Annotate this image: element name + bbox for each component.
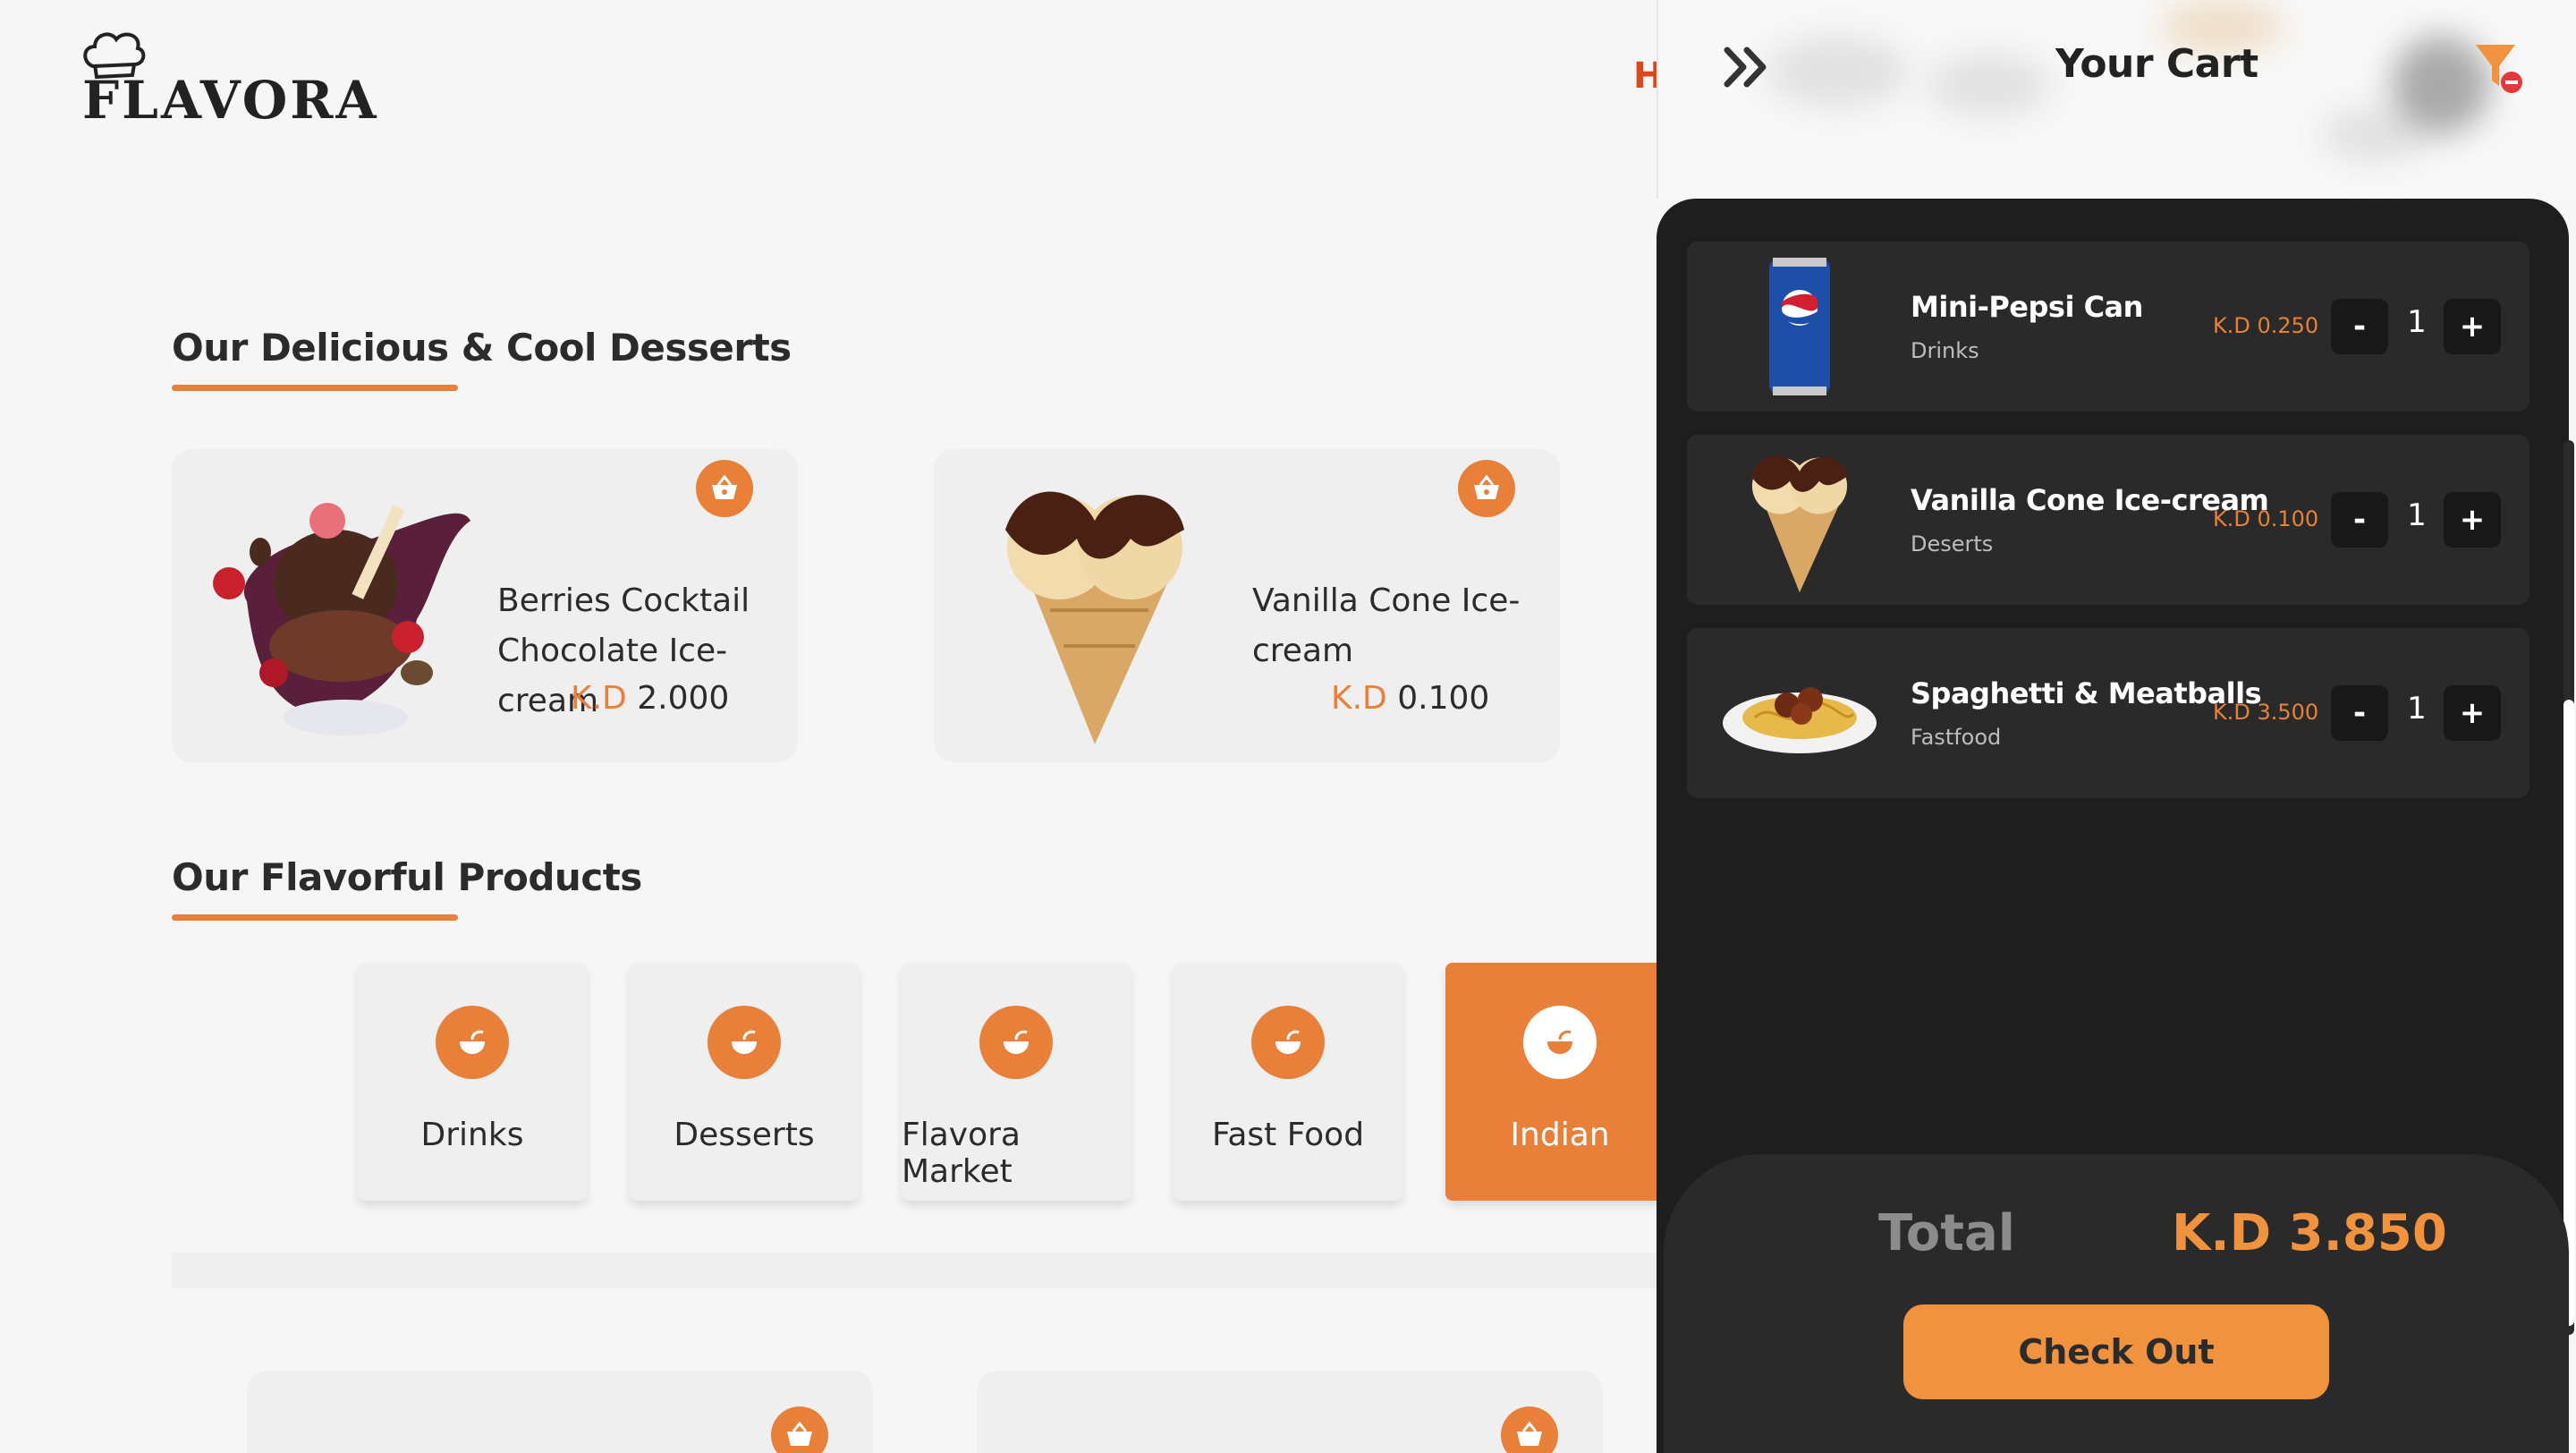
product-card[interactable] (247, 1371, 873, 1453)
close-cart-button[interactable] (1716, 36, 1778, 98)
currency-label: K.D (1331, 680, 1387, 717)
price-value: 0.100 (1397, 680, 1490, 717)
page: FLAVORA H Our Delicious & Cool Desserts (0, 0, 2576, 1453)
cart-footer: Total K.D 3.850 Check Out (1664, 1154, 2569, 1453)
food-bowl-icon (979, 1006, 1053, 1079)
desserts-section-title: Our Delicious & Cool Desserts (172, 326, 792, 370)
cart-item-spaghetti: Spaghetti & Meatballs Fastfood K.D 3.500… (1687, 628, 2529, 798)
category-label: Fast Food (1211, 1117, 1365, 1153)
decrease-qty-button[interactable]: - (2331, 299, 2388, 354)
vanilla-cone-image (1005, 491, 1184, 744)
vanilla-cone-image (1719, 444, 1880, 596)
add-to-cart-button[interactable] (696, 460, 753, 517)
price-value: 2.000 (637, 680, 730, 717)
category-label: Indian (1510, 1117, 1610, 1153)
cart-item-category: Drinks (1911, 338, 1979, 363)
double-chevron-right-icon (1724, 47, 1767, 88)
cart-item-category: Fastfood (1911, 725, 2002, 750)
desserts-title-underline (172, 385, 458, 391)
category-label: Desserts (674, 1117, 815, 1153)
cart-item-price: K.D 0.100 (2213, 506, 2319, 531)
section-divider (172, 1253, 1657, 1288)
cart-item-qty: 1 (2407, 497, 2427, 533)
food-bowl-icon (1251, 1006, 1325, 1079)
food-bowl-icon (708, 1006, 781, 1079)
increase-qty-button[interactable]: + (2444, 685, 2501, 741)
category-drinks[interactable]: Drinks (358, 963, 587, 1201)
add-to-cart-button[interactable] (1458, 460, 1515, 517)
total-value: K.D 3.850 (2172, 1204, 2447, 1262)
basket-icon (1517, 1422, 1542, 1446)
checkout-button[interactable]: Check Out (1903, 1304, 2329, 1399)
dessert-price: K.D 0.100 (1331, 680, 1489, 717)
cart-item-pepsi: Mini-Pepsi Can Drinks K.D 0.250 - 1 + (1687, 242, 2529, 412)
cart-header: Your Cart (1657, 0, 2576, 199)
dessert-card-berries[interactable]: Berries Cocktail Chocolate Ice-cream K.D… (172, 449, 798, 762)
cart-item-price: K.D 0.250 (2213, 313, 2319, 338)
cart-item-vanilla-cone: Vanilla Cone Ice-cream Deserts K.D 0.100… (1687, 435, 2529, 605)
dessert-price: K.D 2.000 (571, 680, 729, 717)
pepsi-can-image (1719, 251, 1880, 403)
decrease-qty-button[interactable]: - (2331, 685, 2388, 741)
basket-icon (712, 475, 737, 499)
product-card[interactable] (977, 1371, 1603, 1453)
dessert-name-line1: Vanilla Cone Ice- (1252, 582, 1521, 619)
cart-title: Your Cart (2055, 41, 2258, 87)
total-label: Total (1878, 1204, 2015, 1262)
logo-text: FLAVORA (82, 70, 379, 131)
blurred-background (1766, 36, 1909, 107)
category-fast-food[interactable]: Fast Food (1174, 963, 1402, 1201)
cart-scrollbar[interactable] (2563, 440, 2574, 1335)
increase-qty-button[interactable]: + (2444, 299, 2501, 354)
berries-icecream-image (213, 503, 470, 735)
products-section-title: Our Flavorful Products (172, 855, 642, 899)
basket-icon (1474, 475, 1499, 499)
dessert-card-vanilla-cone[interactable]: Vanilla Cone Ice- cream K.D 0.100 (934, 449, 1560, 762)
cart-item-name: Mini-Pepsi Can (1911, 290, 2143, 324)
spaghetti-image (1719, 637, 1880, 789)
cart-panel: Your Cart Mini-Pepsi Can Drinks K.D 0.25… (1657, 0, 2576, 1453)
add-to-cart-button[interactable] (771, 1406, 828, 1453)
dessert-name-line2: cream (1252, 633, 1354, 669)
cart-item-category: Deserts (1911, 531, 1994, 557)
products-title-underline (172, 914, 458, 921)
food-bowl-icon (436, 1006, 509, 1079)
currency-label: K.D (571, 680, 627, 717)
dessert-name-line1: Berries Cocktail (497, 582, 750, 619)
cart-item-qty: 1 (2407, 304, 2427, 340)
basket-icon (787, 1422, 812, 1446)
decrease-qty-button[interactable]: - (2331, 492, 2388, 548)
cart-item-qty: 1 (2407, 691, 2427, 726)
category-indian[interactable]: Indian (1445, 963, 1674, 1201)
cart-item-name: Spaghetti & Meatballs (1911, 676, 2262, 710)
category-label: Flavora Market (902, 1117, 1021, 1190)
category-desserts[interactable]: Desserts (630, 963, 859, 1201)
increase-qty-button[interactable]: + (2444, 492, 2501, 548)
category-flavora-market[interactable]: Flavora Market (902, 963, 1131, 1201)
cart-item-price: K.D 3.500 (2213, 700, 2319, 725)
food-bowl-icon (1523, 1006, 1597, 1079)
flavora-logo[interactable]: FLAVORA (77, 21, 376, 138)
add-to-cart-button[interactable] (1501, 1406, 1558, 1453)
category-label: Drinks (420, 1117, 524, 1153)
blurred-background (1927, 54, 2052, 116)
clear-cart-filter-icon[interactable] (2472, 39, 2526, 98)
